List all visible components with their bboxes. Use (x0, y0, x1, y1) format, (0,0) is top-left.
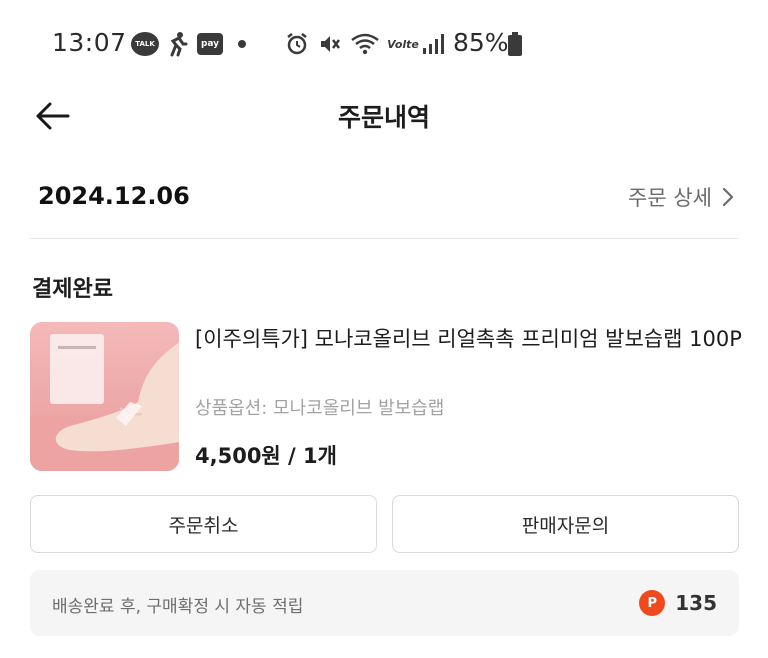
product-thumbnail[interactable] (30, 322, 179, 471)
points-message: 배송완료 후, 구매확정 시 자동 적립 (52, 597, 304, 617)
status-bar: 13:07 TALK pay Volte 85% (0, 0, 768, 88)
notification-dot-icon (238, 40, 246, 48)
page-title: 주문내역 (337, 103, 430, 132)
point-icon: P (639, 590, 666, 616)
order-detail-link[interactable]: 주문 상세 (628, 182, 734, 212)
order-detail-label: 주문 상세 (628, 186, 712, 210)
divider (30, 238, 738, 239)
points-info-bar: 배송완료 후, 구매확정 시 자동 적립 P 135 (30, 570, 739, 636)
alarm-icon (285, 30, 309, 58)
points-value: 135 (675, 591, 717, 615)
header: 주문내역 (0, 88, 768, 144)
seller-inquiry-button[interactable]: 판매자문의 (392, 495, 739, 553)
order-status: 결제완료 (32, 277, 113, 302)
signal-icon (422, 30, 444, 58)
status-time: 13:07 (52, 28, 127, 57)
volte-icon: Volte (387, 37, 419, 51)
battery-percent: 85% (453, 28, 509, 57)
chevron-right-icon (722, 187, 734, 207)
product-option: 상품옵션: 모나코올리브 발보습랩 (195, 398, 445, 419)
kakaotalk-icon: TALK (131, 32, 159, 56)
pay-icon: pay (197, 33, 223, 55)
runner-icon (166, 30, 188, 58)
cancel-order-button[interactable]: 주문취소 (30, 495, 377, 553)
product-price: 4,500원 / 1개 (195, 444, 337, 468)
product-name[interactable]: [이주의특가] 모나코올리브 리얼촉촉 프리미엄 발보습랩 100P (195, 322, 743, 356)
order-date: 2024.12.06 (38, 182, 190, 210)
points-badge: P 135 (639, 590, 717, 616)
wifi-icon (350, 30, 380, 58)
mute-icon (318, 30, 342, 58)
battery-icon (508, 30, 522, 58)
